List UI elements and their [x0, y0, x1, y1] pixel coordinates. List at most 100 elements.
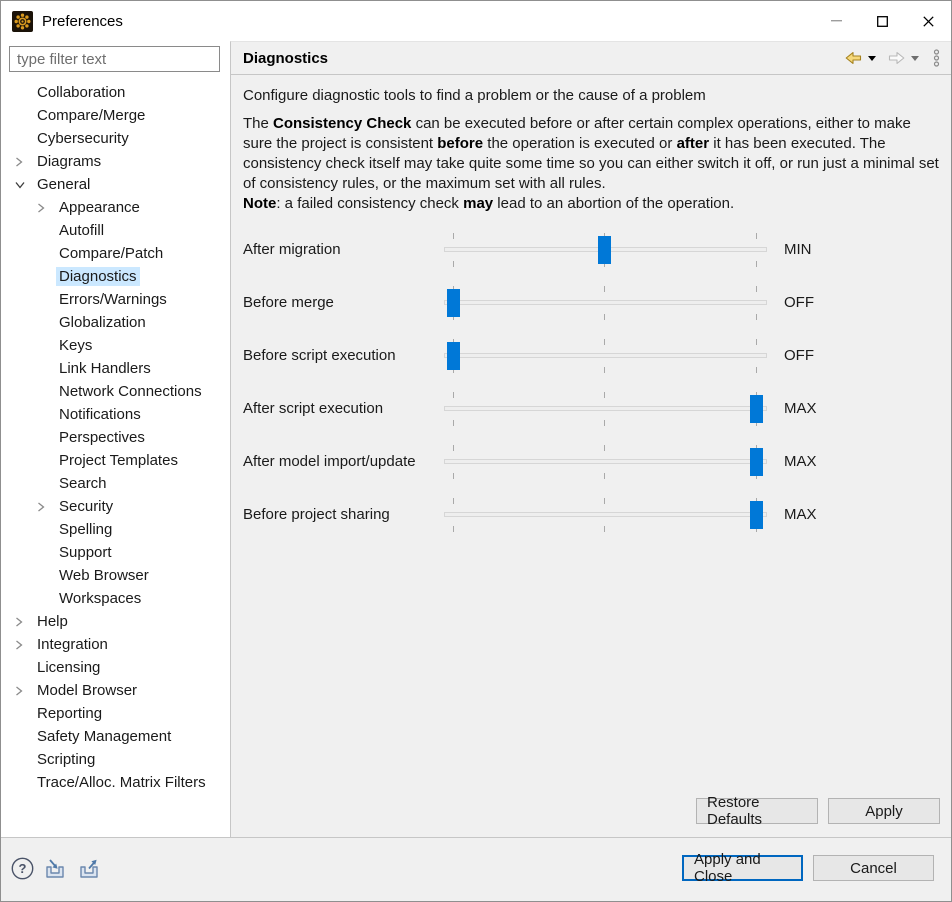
slider-thumb[interactable] [598, 236, 611, 264]
slider-tick [453, 261, 454, 267]
tree-item-security[interactable]: Security [1, 495, 230, 518]
slider-thumb[interactable] [750, 395, 763, 423]
slider-thumb[interactable] [447, 289, 460, 317]
tree-item-licensing[interactable]: Licensing [1, 656, 230, 679]
cancel-button[interactable]: Cancel [813, 855, 934, 881]
slider-tick [453, 392, 454, 398]
slider-after-script-execution[interactable] [444, 392, 767, 426]
import-preferences-button[interactable] [43, 858, 68, 880]
maximize-button[interactable] [859, 1, 905, 41]
tree-item-diagrams[interactable]: Diagrams [1, 150, 230, 173]
chevron-spacer [37, 292, 56, 308]
tree-item-errors-warnings[interactable]: Errors/Warnings [1, 288, 230, 311]
export-preferences-button[interactable] [77, 858, 102, 880]
tree-item-collaboration[interactable]: Collaboration [1, 81, 230, 104]
slider-tick [604, 286, 605, 292]
tree-item-workspaces[interactable]: Workspaces [1, 587, 230, 610]
help-button[interactable]: ? [11, 857, 34, 880]
tree-item-label: Scripting [34, 750, 98, 769]
tree-item-perspectives[interactable]: Perspectives [1, 426, 230, 449]
bold-text: Consistency Check [273, 115, 411, 132]
tree-item-trace-alloc-matrix-filters[interactable]: Trace/Alloc. Matrix Filters [1, 771, 230, 794]
slider-after-migration[interactable] [444, 233, 767, 267]
back-button[interactable] [842, 49, 865, 67]
tree-item-appearance[interactable]: Appearance [1, 196, 230, 219]
tree-item-integration[interactable]: Integration [1, 633, 230, 656]
close-button[interactable] [905, 1, 951, 41]
slider-track[interactable] [444, 406, 767, 411]
tree-item-spelling[interactable]: Spelling [1, 518, 230, 541]
slider-track[interactable] [444, 300, 767, 305]
tree-item-globalization[interactable]: Globalization [1, 311, 230, 334]
content-body: Configure diagnostic tools to find a pro… [231, 75, 951, 541]
chevron-spacer [37, 338, 56, 354]
slider-track[interactable] [444, 512, 767, 517]
slider-thumb[interactable] [750, 501, 763, 529]
slider-label: Before project sharing [243, 506, 444, 523]
slider-before-merge[interactable] [444, 286, 767, 320]
chevron-right-icon[interactable] [15, 154, 34, 170]
tree-item-web-browser[interactable]: Web Browser [1, 564, 230, 587]
view-menu-button[interactable] [930, 47, 943, 69]
tree-item-notifications[interactable]: Notifications [1, 403, 230, 426]
slider-value: MAX [784, 506, 817, 523]
minimize-button[interactable] [813, 1, 859, 41]
tree-item-model-browser[interactable]: Model Browser [1, 679, 230, 702]
slider-before-script-execution[interactable] [444, 339, 767, 373]
filter-input[interactable] [9, 46, 220, 72]
apply-and-close-button[interactable]: Apply and Close [682, 855, 803, 881]
slider-track[interactable] [444, 459, 767, 464]
tree-item-autofill[interactable]: Autofill [1, 219, 230, 242]
restore-defaults-button[interactable]: Restore Defaults [696, 798, 818, 824]
tree-item-label: Autofill [56, 221, 107, 240]
chevron-spacer [15, 108, 34, 124]
slider-after-model-import-update[interactable] [444, 445, 767, 479]
chevron-down-icon[interactable] [15, 177, 34, 193]
tree-item-safety-management[interactable]: Safety Management [1, 725, 230, 748]
tree-item-search[interactable]: Search [1, 472, 230, 495]
chevron-spacer [15, 752, 34, 768]
tree-item-compare-merge[interactable]: Compare/Merge [1, 104, 230, 127]
tree-item-scripting[interactable]: Scripting [1, 748, 230, 771]
tree-item-cybersecurity[interactable]: Cybersecurity [1, 127, 230, 150]
tree-item-compare-patch[interactable]: Compare/Patch [1, 242, 230, 265]
tree-item-support[interactable]: Support [1, 541, 230, 564]
tree-item-link-handlers[interactable]: Link Handlers [1, 357, 230, 380]
window-title: Preferences [42, 13, 123, 30]
tree-item-label: Support [56, 543, 115, 562]
tree-item-label: Collaboration [34, 83, 128, 102]
chevron-right-icon[interactable] [15, 683, 34, 699]
export-preferences-icon [77, 858, 102, 880]
tree-item-help[interactable]: Help [1, 610, 230, 633]
chevron-right-icon[interactable] [37, 200, 56, 216]
tree-item-label: Compare/Merge [34, 106, 148, 125]
tree-item-label: Errors/Warnings [56, 290, 170, 309]
chevron-spacer [15, 706, 34, 722]
tree-item-project-templates[interactable]: Project Templates [1, 449, 230, 472]
slider-thumb[interactable] [750, 448, 763, 476]
chevron-right-icon[interactable] [15, 614, 34, 630]
tree-item-network-connections[interactable]: Network Connections [1, 380, 230, 403]
chevron-right-icon[interactable] [37, 499, 56, 515]
tree-item-label: Search [56, 474, 110, 493]
chevron-spacer [37, 407, 56, 423]
bold-text: may [463, 195, 493, 212]
slider-tick [756, 314, 757, 320]
text: the operation is executed or [483, 135, 676, 152]
content-buttons: Restore Defaults Apply [696, 798, 940, 824]
back-menu-button[interactable] [865, 54, 879, 63]
slider-value: OFF [784, 347, 814, 364]
tree-item-reporting[interactable]: Reporting [1, 702, 230, 725]
note-line: Note: a failed consistency check may lea… [243, 194, 939, 214]
tree-item-general[interactable]: General [1, 173, 230, 196]
slider-track[interactable] [444, 353, 767, 358]
forward-button[interactable] [885, 49, 908, 67]
forward-menu-button[interactable] [908, 54, 922, 63]
chevron-right-icon[interactable] [15, 637, 34, 653]
tree-item-diagnostics[interactable]: Diagnostics [1, 265, 230, 288]
tree-item-keys[interactable]: Keys [1, 334, 230, 357]
tree-item-label: Diagnostics [56, 267, 140, 286]
apply-button[interactable]: Apply [828, 798, 940, 824]
slider-thumb[interactable] [447, 342, 460, 370]
slider-before-project-sharing[interactable] [444, 498, 767, 532]
